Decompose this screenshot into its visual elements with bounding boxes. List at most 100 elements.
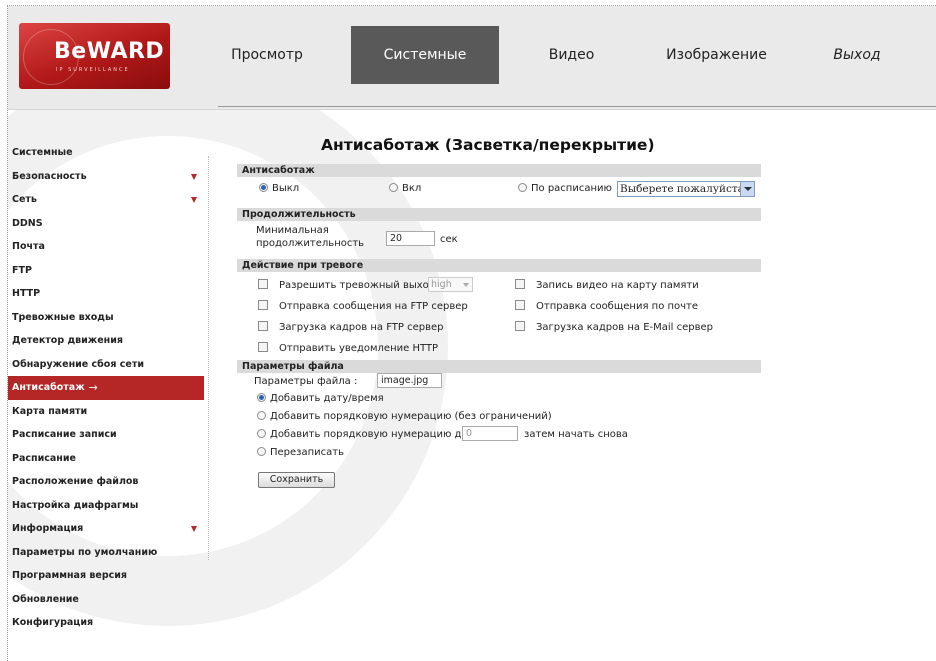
sidebar-item-label: Антисаботаж	[12, 382, 85, 394]
ftp-upload-label: Загрузка кадров на FTP сервер	[279, 322, 444, 333]
sidebar-item-label: HTTP	[12, 288, 41, 300]
sidebar-item-label: Программная версия	[12, 570, 128, 582]
radio-off-label: Выкл	[272, 183, 300, 194]
sidebar-item-ddns[interactable]: DDNS	[8, 212, 204, 236]
alarm-output-checkbox[interactable]	[258, 279, 268, 289]
logo-subtitle: IP SURVEILLANCE	[56, 67, 130, 73]
top-nav: Просмотр Системные Видео Изображение Вых…	[183, 26, 925, 84]
ftp-upload-checkbox[interactable]	[258, 321, 268, 331]
sidebar-item-schedule[interactable]: Расписание	[8, 447, 204, 471]
radio-on-control[interactable]	[389, 183, 398, 192]
sidebar-item-label: FTP	[12, 264, 32, 276]
opt-sequence-upto[interactable]: Добавить порядковую нумерацию до	[257, 429, 468, 440]
section-header-alarm-action: Действие при тревоге	[237, 259, 761, 272]
filename-input[interactable]: image.jpg	[377, 373, 442, 388]
mail-message-checkbox[interactable]	[515, 300, 525, 310]
sidebar-item-http[interactable]: HTTP	[8, 282, 204, 306]
opt-sequence-unlimited-radio[interactable]	[257, 411, 266, 420]
radio-on[interactable]: Вкл	[389, 183, 421, 194]
sidebar-item-configuration[interactable]: Конфигурация	[8, 611, 204, 635]
sidebar-item-label: Информация	[12, 523, 84, 535]
schedule-select[interactable]: Выберете пожалуйста...	[617, 181, 755, 197]
sidebar-item-defaults[interactable]: Параметры по умолчанию	[8, 541, 204, 565]
sidebar-item-label: Системные	[12, 147, 73, 159]
opt-datetime-radio[interactable]	[257, 393, 266, 402]
file-params-label: Параметры файла :	[254, 376, 358, 387]
duration-label: Минимальная продолжительность	[256, 224, 364, 250]
email-upload-checkbox[interactable]	[515, 321, 525, 331]
section-header-antisabotage: Антисаботаж	[237, 164, 761, 177]
header-divider	[218, 106, 936, 107]
sidebar-item-iris[interactable]: Настройка диафрагмы	[8, 494, 204, 518]
nav-logout[interactable]: Выход	[789, 26, 925, 84]
radio-schedule-control[interactable]	[518, 183, 527, 192]
expand-arrow-icon	[191, 197, 197, 203]
alarm-output-option[interactable]: Разрешить тревожный выход	[258, 279, 436, 291]
sidebar-item-antisabotage[interactable]: Антисаботаж →	[8, 376, 204, 400]
sd-record-option[interactable]: Запись видео на карту памяти	[515, 279, 699, 291]
radio-schedule-label: По расписанию	[531, 183, 612, 194]
opt-overwrite-radio[interactable]	[257, 447, 266, 456]
sidebar-item-label: Обнаружение сбоя сети	[12, 358, 144, 370]
sequence-suffix-label: затем начать снова	[524, 429, 628, 440]
sidebar-item-ftp[interactable]: FTP	[8, 259, 204, 283]
mail-message-option[interactable]: Отправка сообщения по почте	[515, 300, 698, 312]
duration-label-line2: продолжительность	[256, 238, 365, 249]
sidebar-item-motion-detection[interactable]: Детектор движения	[8, 329, 204, 353]
sidebar-item-label: Конфигурация	[12, 617, 94, 629]
sidebar-item-label: Обновление	[12, 593, 79, 605]
sidebar-item-file-location[interactable]: Расположение файлов	[8, 470, 204, 494]
nav-view[interactable]: Просмотр	[183, 26, 351, 84]
sidebar-item-label: Настройка диафрагмы	[12, 499, 139, 511]
sidebar-item-alarm-inputs[interactable]: Тревожные входы	[8, 306, 204, 330]
sidebar-item-information[interactable]: Информация	[8, 517, 204, 541]
sidebar-item-firmware-version[interactable]: Программная версия	[8, 564, 204, 588]
brand-logo[interactable]: BeWARD IP SURVEILLANCE	[19, 23, 170, 89]
radio-schedule[interactable]: По расписанию	[518, 183, 612, 194]
sidebar-item-label: Безопасность	[12, 170, 87, 182]
http-notify-checkbox[interactable]	[258, 342, 268, 352]
section-header-file-params: Параметры файла	[237, 360, 761, 373]
radio-on-label: Вкл	[402, 183, 422, 194]
http-notify-option[interactable]: Отправить уведомление HTTP	[258, 342, 438, 354]
opt-sequence-unlimited-label: Добавить порядковую нумерацию (без огран…	[270, 411, 552, 422]
save-button[interactable]: Сохранить	[258, 472, 335, 488]
email-upload-option[interactable]: Загрузка кадров на E-Mail сервер	[515, 321, 713, 333]
dropdown-arrow-icon[interactable]	[740, 182, 754, 196]
radio-off[interactable]: Выкл	[259, 183, 299, 194]
header: BeWARD IP SURVEILLANCE Просмотр Системны…	[8, 6, 936, 110]
radio-off-control[interactable]	[259, 183, 268, 192]
nav-system[interactable]: Системные	[351, 26, 499, 84]
opt-datetime[interactable]: Добавить дату/время	[257, 393, 384, 404]
opt-sequence-upto-radio[interactable]	[257, 429, 266, 438]
sd-record-checkbox[interactable]	[515, 279, 525, 289]
duration-input[interactable]: 20	[386, 231, 435, 246]
sidebar-item-security[interactable]: Безопасность	[8, 165, 204, 189]
mail-message-label: Отправка сообщения по почте	[536, 301, 699, 312]
nav-video[interactable]: Видео	[499, 26, 644, 84]
sidebar-item-record-schedule[interactable]: Расписание записи	[8, 423, 204, 447]
sidebar-item-update[interactable]: Обновление	[8, 588, 204, 612]
ftp-upload-option[interactable]: Загрузка кадров на FTP сервер	[258, 321, 443, 333]
sidebar-item-mail[interactable]: Почта	[8, 235, 204, 259]
sidebar-item-label: Сеть	[12, 194, 37, 206]
sidebar-item-label: Расписание	[12, 452, 76, 464]
sidebar-item-network-failure[interactable]: Обнаружение сбоя сети	[8, 353, 204, 377]
alarm-output-level-value: high	[431, 279, 452, 290]
sidebar-item-memory-card[interactable]: Карта памяти	[8, 400, 204, 424]
sidebar-item-system[interactable]: Системные	[8, 141, 204, 165]
active-arrow-icon: →	[88, 381, 98, 395]
opt-sequence-upto-label: Добавить порядковую нумерацию до	[270, 429, 468, 440]
alarm-output-level-select[interactable]: high	[428, 277, 473, 292]
sd-record-label: Запись видео на карту памяти	[536, 280, 699, 291]
opt-sequence-unlimited[interactable]: Добавить порядковую нумерацию (без огран…	[257, 411, 552, 422]
ftp-message-option[interactable]: Отправка сообщения на FTP сервер	[258, 300, 468, 312]
sidebar-item-network[interactable]: Сеть	[8, 188, 204, 212]
nav-image[interactable]: Изображение	[644, 26, 789, 84]
sidebar: Системные Безопасность Сеть DDNS Почта F…	[8, 141, 204, 635]
sidebar-item-label: Карта памяти	[12, 405, 88, 417]
ftp-message-checkbox[interactable]	[258, 300, 268, 310]
sequence-limit-input[interactable]: 0	[462, 426, 518, 441]
opt-overwrite[interactable]: Перезаписать	[257, 447, 344, 458]
http-notify-label: Отправить уведомление HTTP	[279, 343, 439, 354]
